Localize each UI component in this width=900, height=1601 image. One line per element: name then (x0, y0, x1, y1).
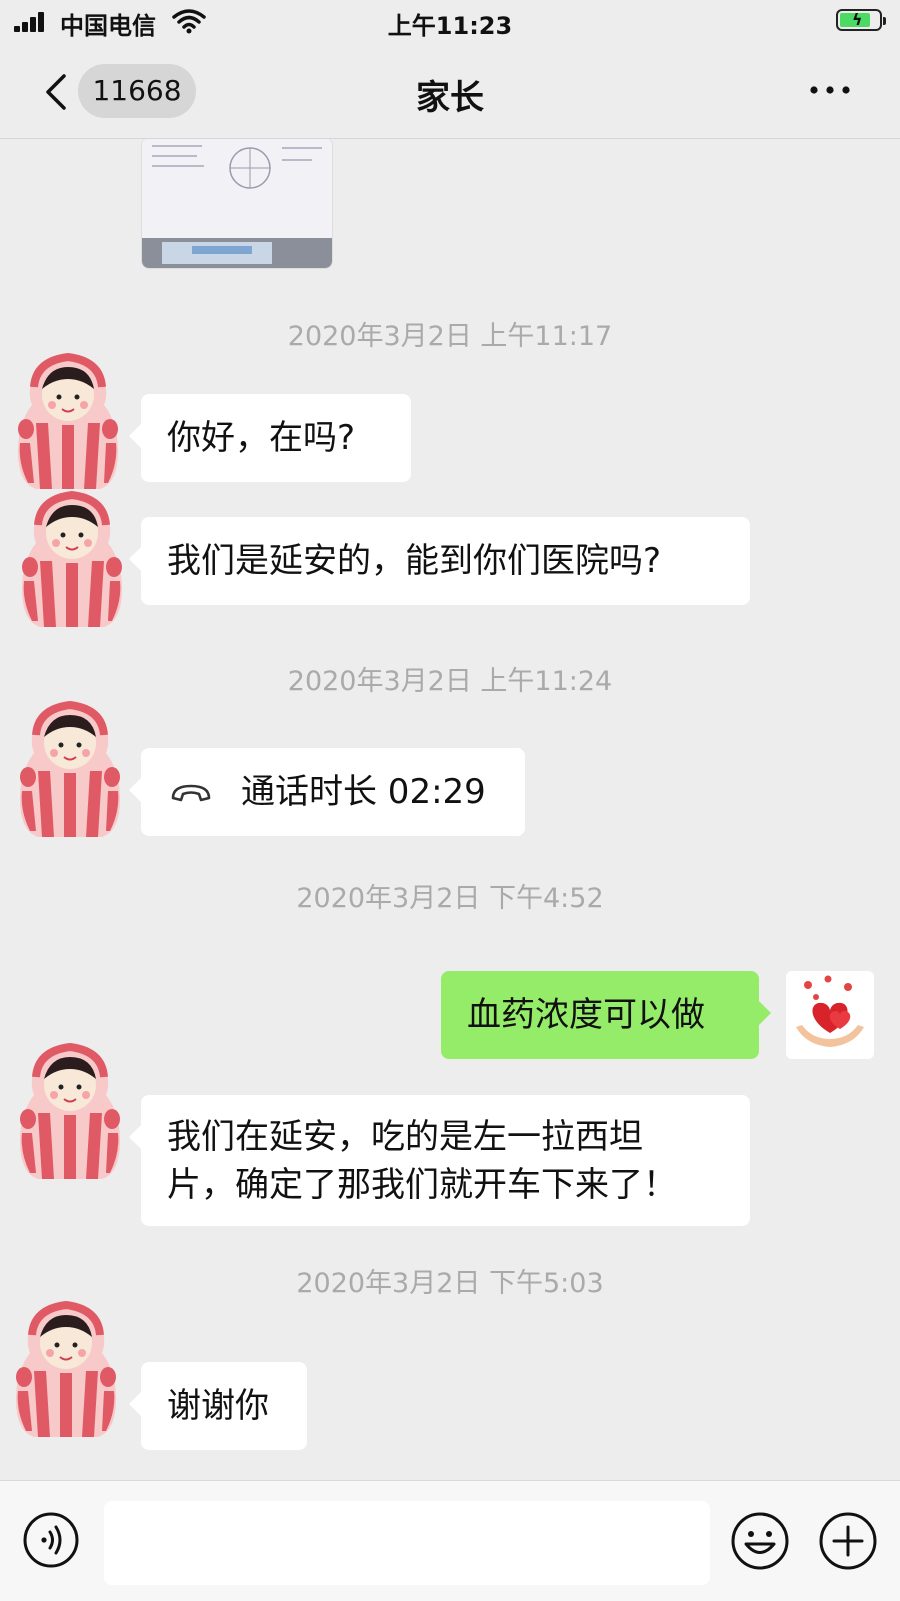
timestamp: 2020年3月2日 上午11:17 (287, 321, 613, 352)
document-photo (142, 139, 332, 268)
message-text: 你好，在吗? (167, 418, 356, 458)
voice-icon[interactable] (22, 1511, 80, 1569)
message-text-line: 我们在延安，吃的是左一拉西坦 (167, 1117, 643, 1157)
emoji-icon[interactable] (730, 1511, 790, 1571)
outgoing-message-bubble[interactable]: 血药浓度可以做 (441, 971, 771, 1059)
incoming-message-bubble[interactable]: 你好，在吗? (129, 394, 411, 482)
navigation-bar: 11668 家长 (0, 44, 900, 139)
timestamp: 2020年3月2日 上午11:24 (287, 666, 613, 697)
image-message[interactable] (141, 139, 333, 269)
hearts-image (796, 975, 864, 1047)
call-duration-text: 通话时长 02:29 (241, 772, 486, 812)
contact-avatar[interactable] (12, 1291, 120, 1439)
incoming-message-bubble[interactable]: 谢谢你 (129, 1362, 307, 1450)
call-icon (171, 784, 211, 802)
status-time: 上午11:23 (387, 12, 513, 40)
message-input[interactable] (104, 1501, 710, 1585)
my-avatar[interactable] (786, 971, 874, 1059)
more-icon[interactable] (808, 80, 852, 100)
chat-title: 家长 (416, 78, 484, 118)
incoming-message-bubble[interactable]: 我们在延安，吃的是左一拉西坦 片，确定了那我们就开车下来了！ (129, 1095, 750, 1226)
message-text-line: 片，确定了那我们就开车下来了！ (167, 1165, 677, 1205)
contact-avatar[interactable] (14, 343, 122, 491)
message-text: 血药浓度可以做 (467, 995, 705, 1035)
incoming-message-bubble[interactable]: 我们是延安的，能到你们医院吗? (129, 517, 750, 605)
battery-icon: ϟ (836, 9, 886, 31)
message-list[interactable]: 2020年3月2日 上午11:17 你好，在吗? 我们是延安的，能到你们医院吗?… (0, 139, 900, 1480)
contact-avatar[interactable] (16, 691, 124, 839)
call-record-bubble[interactable]: 通话时长 02:29 (129, 748, 525, 836)
input-toolbar (0, 1480, 900, 1601)
contact-avatar[interactable] (16, 1033, 124, 1181)
status-bar: 中国电信 上午11:23 ϟ (0, 0, 900, 44)
timestamp: 2020年3月2日 下午5:03 (296, 1268, 604, 1299)
message-text: 我们是延安的，能到你们医院吗? (167, 541, 662, 581)
plus-icon[interactable] (818, 1511, 878, 1571)
contact-avatar[interactable] (18, 481, 126, 629)
message-text: 谢谢你 (167, 1386, 269, 1426)
timestamp: 2020年3月2日 下午4:52 (296, 883, 604, 914)
